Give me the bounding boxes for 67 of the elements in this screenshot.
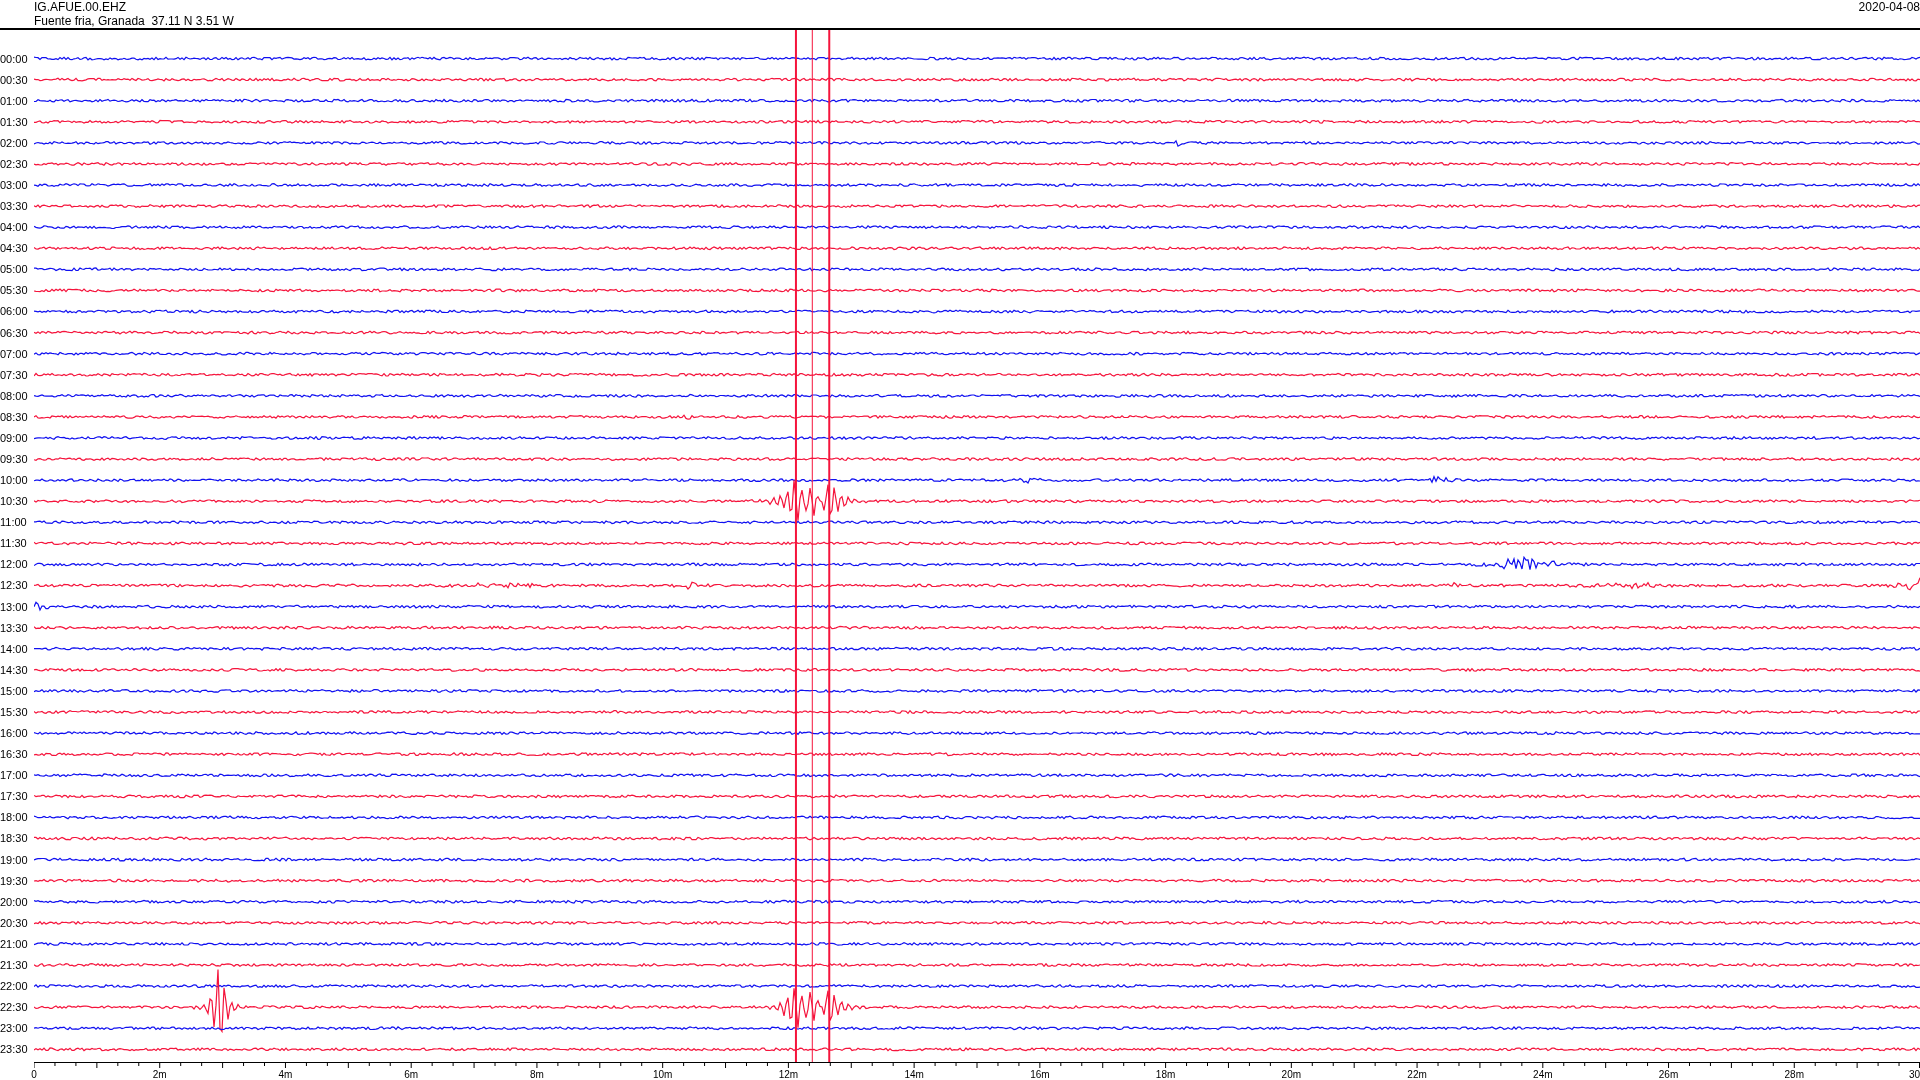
time-label: 22:00 (0, 979, 28, 992)
time-label: 18:30 (0, 832, 28, 845)
time-label: 08:30 (0, 410, 28, 423)
time-label: 05:30 (0, 284, 28, 297)
time-label: 20:30 (0, 916, 28, 929)
time-label: 21:30 (0, 958, 28, 971)
axis-tick-label: 24m (1533, 1069, 1553, 1080)
axis-tick-label: 30 (1908, 1069, 1920, 1080)
time-label: 23:00 (0, 1022, 28, 1035)
time-label: 21:00 (0, 937, 28, 950)
axis-tick-label: 28m (1784, 1069, 1804, 1080)
axis-tick-label: 10m (652, 1069, 673, 1080)
time-label: 23:30 (0, 1043, 28, 1056)
time-label: 12:00 (0, 558, 28, 571)
time-label: 17:30 (0, 790, 28, 803)
time-label: 19:30 (0, 874, 28, 887)
time-label: 17:00 (0, 769, 28, 782)
time-label: 02:30 (0, 157, 28, 170)
time-label: 16:30 (0, 748, 28, 761)
time-label: 14:00 (0, 642, 28, 655)
time-label: 19:00 (0, 853, 28, 866)
axis-tick-label: 20m (1281, 1069, 1302, 1080)
time-label: 22:30 (0, 1001, 28, 1014)
time-label: 12:30 (0, 579, 28, 592)
time-label: 14:30 (0, 663, 28, 676)
time-label: 07:30 (0, 368, 28, 381)
time-label: 13:30 (0, 621, 28, 634)
time-label: 02:00 (0, 136, 28, 149)
axis-tick-label: 18m (1155, 1069, 1176, 1080)
time-label: 03:00 (0, 179, 28, 191)
axis-tick-label: 2m (152, 1069, 167, 1080)
axis-tick-label: 0 (31, 1069, 37, 1080)
time-label: 08:00 (0, 389, 28, 402)
time-label: 01:00 (0, 94, 28, 107)
time-label: 10:00 (0, 474, 28, 487)
axis-tick-label: 16m (1030, 1069, 1050, 1080)
time-label: 05:00 (0, 263, 28, 276)
time-label: 10:30 (0, 495, 28, 508)
axis-tick-label: 26m (1658, 1069, 1679, 1080)
station-code: IG.AFUE.00.EHZ (34, 0, 128, 14)
axis-tick-label: 4m (278, 1069, 293, 1080)
time-label: 13:00 (0, 600, 28, 613)
time-label: 00:30 (0, 73, 28, 86)
axis-tick-label: 14m (904, 1069, 924, 1080)
axis-tick-label: 8m (529, 1069, 544, 1080)
date-label: 2020-04-08 (1858, 0, 1920, 14)
time-label: 06:00 (0, 305, 28, 318)
time-label: 04:00 (0, 221, 28, 234)
time-label: 15:30 (0, 705, 28, 718)
time-label: 00:00 (0, 52, 28, 65)
axis-tick-label: 12m (778, 1069, 799, 1080)
axis-tick-label: 22m (1407, 1069, 1427, 1080)
time-label: 11:00 (0, 516, 27, 529)
station-location: Fuente fria, Granada 37.11 N 3.51 W (34, 14, 234, 28)
time-label: 01:30 (0, 115, 28, 128)
time-label: 20:00 (0, 895, 28, 908)
time-label: 15:00 (0, 684, 28, 697)
time-label: 11:30 (0, 537, 27, 550)
time-label: 09:30 (0, 453, 28, 465)
time-label: 03:30 (0, 200, 28, 213)
axis-tick-label: 6m (404, 1069, 419, 1080)
time-label: 18:00 (0, 811, 28, 824)
time-label: 07:00 (0, 347, 28, 360)
time-label: 09:00 (0, 431, 28, 444)
time-label: 06:30 (0, 326, 28, 339)
time-label: 16:00 (0, 727, 28, 740)
time-label: 04:30 (0, 242, 28, 255)
